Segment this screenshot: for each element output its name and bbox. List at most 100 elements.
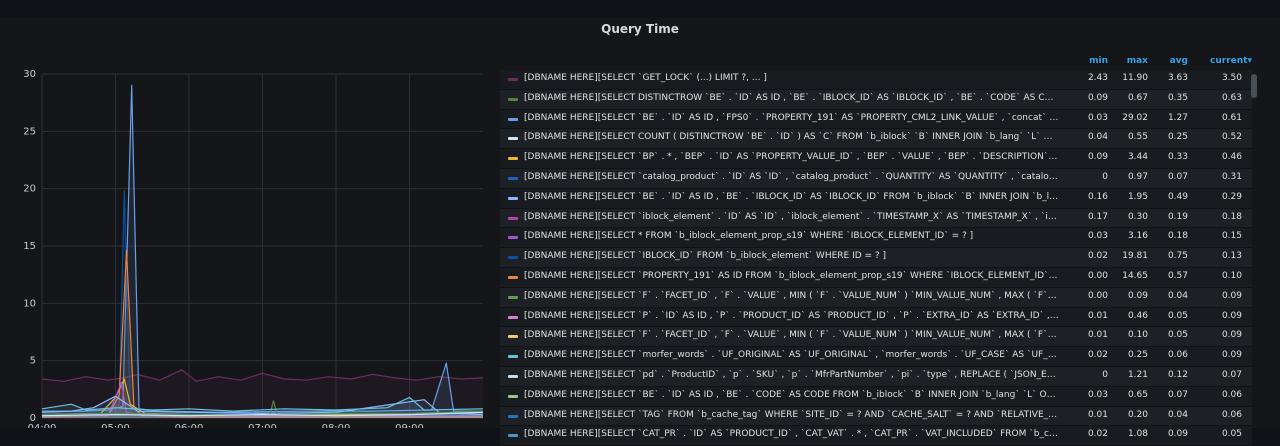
series-min: 2.43 <box>1087 73 1108 83</box>
legend-row[interactable]: [DBNAME HERE][SELECT `catalog_product` .… <box>500 168 1252 189</box>
series-name[interactable]: [DBNAME HERE][SELECT `PROPERTY_191` AS I… <box>524 271 1059 281</box>
legend-row[interactable]: [DBNAME HERE][SELECT `TAG` FROM `b_cache… <box>500 406 1252 427</box>
query-time-graph[interactable]: 05101520253004:0005:0006:0007:0008:0009:… <box>0 44 495 428</box>
series-color-swatch[interactable] <box>508 97 518 101</box>
legend-row[interactable]: [DBNAME HERE][SELECT `morfer_words` . `U… <box>500 347 1252 367</box>
series-current: 0.13 <box>1221 251 1242 262</box>
series-color-swatch[interactable] <box>508 137 518 141</box>
series-name[interactable]: [DBNAME HERE][SELECT `P` . `ID` AS ID , … <box>524 311 1059 321</box>
series-avg: 0.49 <box>1167 191 1188 202</box>
series-name[interactable]: [DBNAME HERE][SELECT COUNT ( DISTINCTROW… <box>524 132 1059 142</box>
y-tick-label: 5 <box>30 356 36 367</box>
legend-col-current[interactable]: current▾ <box>1202 56 1252 66</box>
series-current: 0.63 <box>1221 92 1242 103</box>
series-name[interactable]: [DBNAME HERE][SELECT `F` . `FACET_ID` , … <box>524 330 1059 340</box>
series-color-swatch[interactable] <box>508 394 518 398</box>
series-name[interactable]: [DBNAME HERE][SELECT * FROM `b_iblock_el… <box>524 231 1059 241</box>
series-avg: 0.35 <box>1167 92 1188 103</box>
series-avg: 0.09 <box>1167 429 1188 440</box>
series-color-swatch[interactable] <box>508 414 518 418</box>
series-current: 0.10 <box>1221 270 1242 281</box>
series-max: 1.08 <box>1127 429 1148 440</box>
legend-row[interactable]: [DBNAME HERE][SELECT `iblock_element` . … <box>500 208 1252 229</box>
series-name[interactable]: [DBNAME HERE][SELECT `BE` . `ID` AS ID ,… <box>524 390 1059 400</box>
legend-row[interactable]: [DBNAME HERE][SELECT `GET_LOCK` (...) LI… <box>500 70 1252 90</box>
legend-row[interactable]: [DBNAME HERE][SELECT `PROPERTY_191` AS I… <box>500 267 1252 288</box>
series-color-swatch[interactable] <box>508 295 518 299</box>
legend-row[interactable]: [DBNAME HERE][SELECT `BP` . * , `BEP` . … <box>500 149 1252 169</box>
series-color-swatch[interactable] <box>508 196 518 200</box>
legend-scrollbar[interactable] <box>1251 74 1257 98</box>
series-color-swatch[interactable] <box>508 117 518 121</box>
legend-row[interactable]: [DBNAME HERE][SELECT DISTINCTROW `BE` . … <box>500 89 1252 110</box>
query-time-panel: Query Time 0 5 10 15 20 25 30 04:00 05:00 06:00 07… <box>0 18 1280 446</box>
series-max: 1.21 <box>1127 369 1148 380</box>
series-min: 0.09 <box>1087 92 1108 103</box>
x-tick-label: 06:00 <box>175 423 204 428</box>
legend-col-max[interactable]: max <box>1108 56 1148 66</box>
series-max: 0.65 <box>1127 389 1148 400</box>
y-tick-label: 30 <box>23 69 36 80</box>
legend-row[interactable]: [DBNAME HERE][SELECT `F` . `FACET_ID` , … <box>500 287 1252 308</box>
series-max: 14.65 <box>1122 270 1148 281</box>
legend-table: min max avg current▾ [DBNAME HERE][SELEC… <box>500 56 1260 446</box>
series-color-swatch[interactable] <box>508 374 518 378</box>
series-name[interactable]: [DBNAME HERE][SELECT `pd` . `ProductID` … <box>524 370 1059 380</box>
legend-row[interactable]: [DBNAME HERE][SELECT `BE` . `ID` AS ID ,… <box>500 386 1252 407</box>
legend-row[interactable]: [DBNAME HERE][SELECT `IBLOCK_ID` FROM `b… <box>500 248 1252 268</box>
legend-row[interactable]: [DBNAME HERE][SELECT `BE` . `ID` AS ID ,… <box>500 109 1252 130</box>
series-color-swatch[interactable] <box>508 256 518 260</box>
series-max: 29.02 <box>1122 112 1148 123</box>
graph-svg[interactable]: 05101520253004:0005:0006:0007:0008:0009:… <box>0 44 495 428</box>
series-current: 3.50 <box>1221 73 1242 83</box>
series-name[interactable]: [DBNAME HERE][SELECT `F` . `FACET_ID` , … <box>524 291 1059 301</box>
series-name[interactable]: [DBNAME HERE][SELECT `iblock_element` . … <box>524 212 1059 222</box>
series-color-swatch[interactable] <box>508 434 518 438</box>
series-name[interactable]: [DBNAME HERE][SELECT `TAG` FROM `b_cache… <box>524 410 1059 420</box>
series-color-swatch[interactable] <box>508 335 518 339</box>
series-current: 0.15 <box>1221 231 1242 242</box>
series-name[interactable]: [DBNAME HERE][SELECT DISTINCTROW `BE` . … <box>524 93 1059 103</box>
legend-row[interactable]: [DBNAME HERE][SELECT `F` . `FACET_ID` , … <box>500 327 1252 348</box>
series-name[interactable]: [DBNAME HERE][SELECT `morfer_words` . `U… <box>524 350 1059 360</box>
legend-row[interactable]: [DBNAME HERE][SELECT `CAT_PR` . `ID` AS … <box>500 426 1252 446</box>
legend-col-min[interactable]: min <box>1068 56 1108 66</box>
series-name[interactable]: [DBNAME HERE][SELECT `BE` . `ID` AS ID ,… <box>524 113 1059 123</box>
series-avg: 0.75 <box>1167 251 1188 262</box>
series-color-swatch[interactable] <box>508 176 518 180</box>
legend-row[interactable]: [DBNAME HERE][SELECT * FROM `b_iblock_el… <box>500 228 1252 249</box>
series-max: 3.16 <box>1127 231 1148 242</box>
series-avg: 0.05 <box>1167 330 1188 341</box>
legend-row[interactable]: [DBNAME HERE][SELECT `pd` . `ProductID` … <box>500 366 1252 387</box>
series-color-swatch[interactable] <box>508 315 518 319</box>
series-max: 0.55 <box>1127 132 1148 143</box>
legend-row[interactable]: [DBNAME HERE][SELECT `BE` . `ID` AS ID ,… <box>500 188 1252 209</box>
series-current: 0.06 <box>1221 389 1242 400</box>
legend-row[interactable]: [DBNAME HERE][SELECT `P` . `ID` AS ID , … <box>500 307 1252 328</box>
legend-row[interactable]: [DBNAME HERE][SELECT COUNT ( DISTINCTROW… <box>500 129 1252 150</box>
series-name[interactable]: [DBNAME HERE][SELECT `IBLOCK_ID` FROM `b… <box>524 251 1059 261</box>
series-color-swatch[interactable] <box>508 275 518 279</box>
series-name[interactable]: [DBNAME HERE][SELECT `CAT_PR` . `ID` AS … <box>524 429 1059 439</box>
series-max: 19.81 <box>1122 251 1148 262</box>
series-max: 3.44 <box>1127 152 1148 163</box>
y-tick-label: 15 <box>23 241 36 252</box>
legend-col-avg[interactable]: avg <box>1148 56 1188 66</box>
series-color-swatch[interactable] <box>508 236 518 240</box>
series-color-swatch[interactable] <box>508 78 518 81</box>
series-name[interactable]: [DBNAME HERE][SELECT `catalog_product` .… <box>524 172 1059 182</box>
series-name[interactable]: [DBNAME HERE][SELECT `BP` . * , `BEP` . … <box>524 152 1059 162</box>
panel-title[interactable]: Query Time <box>0 22 1280 36</box>
series-name[interactable]: [DBNAME HERE][SELECT `GET_LOCK` (...) LI… <box>524 73 1059 83</box>
series-color-swatch[interactable] <box>508 157 518 161</box>
series-name[interactable]: [DBNAME HERE][SELECT `BE` . `ID` AS ID ,… <box>524 192 1059 202</box>
series-color-swatch[interactable] <box>508 355 518 359</box>
series-min: 0 <box>1102 369 1108 380</box>
series-avg: 0.07 <box>1167 171 1188 182</box>
series-min: 0.00 <box>1087 270 1108 281</box>
series-min: 0.16 <box>1087 191 1108 202</box>
series-avg: 0.33 <box>1167 152 1188 163</box>
series-avg: 0.07 <box>1167 389 1188 400</box>
series-color-swatch[interactable] <box>508 216 518 220</box>
x-tick-label: 09:00 <box>395 423 424 428</box>
